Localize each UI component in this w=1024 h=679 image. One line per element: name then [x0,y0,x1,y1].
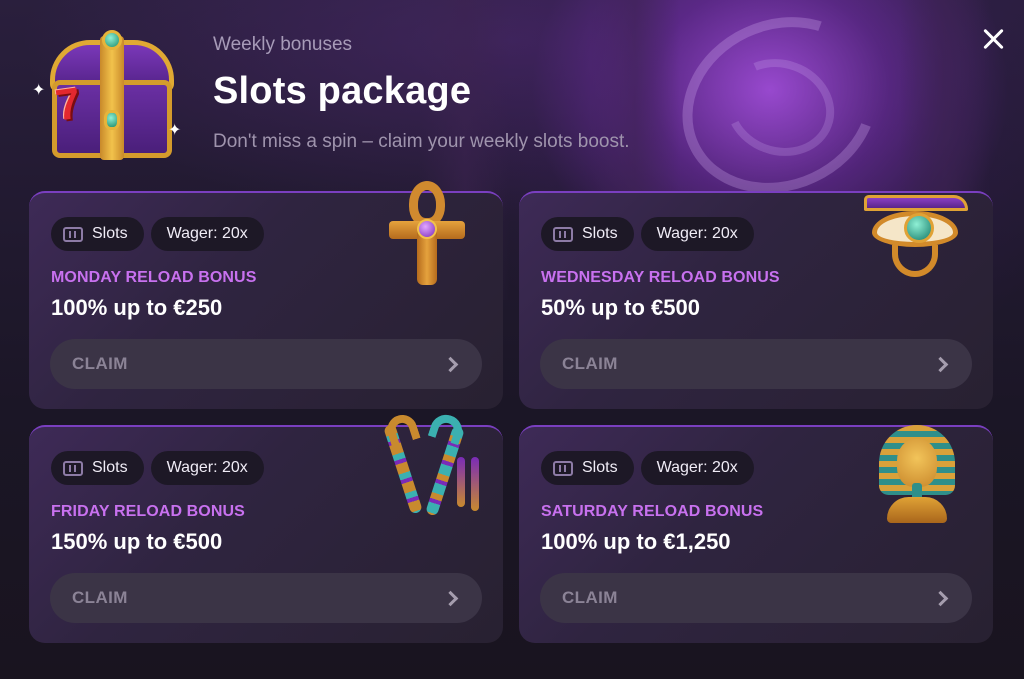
claim-button[interactable]: CLAIM [540,339,972,389]
category-tag: Slots [541,217,634,251]
bonus-name: FRIDAY RELOAD BONUS [51,503,245,520]
chevron-right-icon [932,356,949,372]
bonus-card-wednesday: Slots Wager: 20x WEDNESDAY RELOAD BONUS … [519,191,993,409]
bonus-amount: 150% up to €500 [51,529,223,554]
category-tag: Slots [51,217,144,251]
bonus-name: WEDNESDAY RELOAD BONUS [541,269,780,286]
claim-button[interactable]: CLAIM [540,573,972,623]
bonus-card-saturday: Slots Wager: 20x SATURDAY RELOAD BONUS 1… [519,425,993,643]
chevron-right-icon [442,356,459,372]
claim-button-label: CLAIM [72,588,128,607]
category-tag-label: Slots [582,459,618,476]
bonus-tags: Slots Wager: 20x [541,217,754,251]
chest-gem [104,110,120,130]
chevron-right-icon [932,590,949,606]
bonus-amount: 100% up to €250 [51,295,223,320]
page-description: Don't miss a spin – claim your weekly sl… [213,131,630,152]
bonus-tags: Slots Wager: 20x [51,217,264,251]
crook-and-flail-icon [379,410,489,527]
slot-machine-icon [553,460,573,476]
category-tag: Slots [541,451,634,485]
chest-gem [102,30,122,50]
treasure-chest-icon: 7 ✦ ✦ [32,22,188,170]
page-title: Slots package [213,70,472,112]
sparkle-icon: ✦ [168,122,182,139]
chevron-right-icon [442,590,459,606]
modal-header: 7 ✦ ✦ Weekly bonuses Slots package Don't… [0,0,1024,180]
bonus-tags: Slots Wager: 20x [51,451,264,485]
bonus-name: SATURDAY RELOAD BONUS [541,503,764,520]
bonus-tags: Slots Wager: 20x [541,451,754,485]
wager-tag: Wager: 20x [150,451,264,485]
eye-of-horus-icon [864,191,974,281]
slot-machine-icon [63,226,83,242]
claim-button[interactable]: CLAIM [50,339,482,389]
bonus-name: MONDAY RELOAD BONUS [51,269,257,286]
bonus-amount: 50% up to €500 [541,295,700,320]
category-tag-label: Slots [92,459,128,476]
category-tag: Slots [51,451,144,485]
claim-button-label: CLAIM [72,354,128,373]
ankh-icon [389,181,469,291]
slot-machine-icon [63,460,83,476]
wager-tag: Wager: 20x [640,451,754,485]
wager-tag: Wager: 20x [640,217,754,251]
category-tag-label: Slots [582,225,618,242]
claim-button-label: CLAIM [562,588,618,607]
bonus-card-monday: Slots Wager: 20x MONDAY RELOAD BONUS 100… [29,181,503,409]
category-tag-label: Slots [92,225,128,242]
chest-band [100,36,124,160]
wager-tag: Wager: 20x [150,217,264,251]
section-subtitle: Weekly bonuses [213,34,353,55]
claim-button[interactable]: CLAIM [50,573,482,623]
bonus-amount: 100% up to €1,250 [541,529,731,554]
pharaoh-bust-icon [869,419,969,529]
sparkle-icon: ✦ [32,82,46,99]
close-icon[interactable] [978,24,1008,54]
claim-button-label: CLAIM [562,354,618,373]
bonus-card-friday: Slots Wager: 20x FRIDAY RELOAD BONUS 150… [29,410,503,643]
slot-machine-icon [553,226,573,242]
